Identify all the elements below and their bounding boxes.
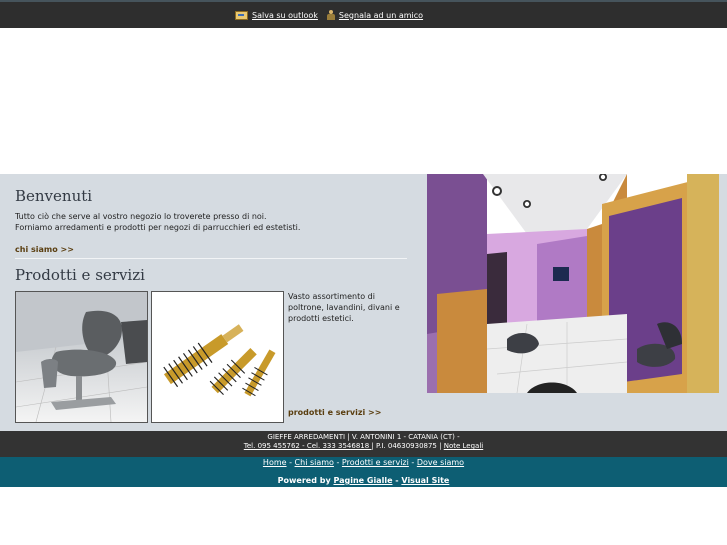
footer-nav-bar: Home - Chi siamo - Prodotti e servizi - … bbox=[0, 457, 727, 487]
footer-company: GIEFFE ARREDAMENTI | V. ANTONINI 1 - CAT… bbox=[267, 433, 460, 441]
footer-nav-where[interactable]: Dove siamo bbox=[417, 458, 464, 467]
footer-nav-about[interactable]: Chi siamo bbox=[295, 458, 334, 467]
about-us-link[interactable]: chi siamo >> bbox=[15, 245, 74, 254]
salon-chair-image bbox=[15, 291, 148, 423]
save-outlook-link[interactable]: Salva su outlook bbox=[235, 10, 318, 20]
footer-phone-link[interactable]: Tel. 095 455762 - Cel. 333 3546818 | bbox=[244, 442, 374, 450]
products-title: Prodotti e servizi bbox=[15, 266, 145, 284]
products-link[interactable]: prodotti e servizi >> bbox=[288, 408, 381, 417]
salon-interior-image bbox=[427, 174, 719, 393]
footer-nav: Home - Chi siamo - Prodotti e servizi - … bbox=[0, 458, 727, 467]
nav-sep: - bbox=[408, 458, 417, 467]
section-divider bbox=[15, 258, 407, 259]
tell-friend-link[interactable]: Segnala ad un amico bbox=[326, 10, 424, 20]
welcome-title: Benvenuti bbox=[15, 187, 93, 205]
outlook-icon bbox=[235, 10, 248, 20]
legal-notes-link[interactable]: Note Legali bbox=[444, 442, 484, 450]
welcome-line-1: Tutto ciò che serve al vostro negozio lo… bbox=[15, 212, 267, 221]
powered-prefix: Powered by bbox=[277, 476, 334, 485]
top-links: Salva su outlook Segnala ad un amico bbox=[235, 10, 432, 20]
footer-nav-products[interactable]: Prodotti e servizi bbox=[342, 458, 409, 467]
tell-friend-label: Segnala ad un amico bbox=[338, 10, 424, 20]
welcome-line-2: Forniamo arredamenti e prodotti per nego… bbox=[15, 223, 301, 232]
footer-contact-line: Tel. 095 455762 - Cel. 333 3546818 | P.I… bbox=[0, 442, 727, 450]
friend-icon bbox=[326, 10, 335, 20]
visual-site-link[interactable]: Visual Site bbox=[401, 476, 449, 485]
powered-by: Powered by Pagine Gialle - Visual Site bbox=[0, 476, 727, 485]
nav-sep: - bbox=[286, 458, 295, 467]
nav-sep: - bbox=[333, 458, 342, 467]
footer-contacts: GIEFFE ARREDAMENTI | V. ANTONINI 1 - CAT… bbox=[0, 431, 727, 457]
brushes-image bbox=[151, 291, 284, 423]
footer-nav-home[interactable]: Home bbox=[263, 458, 287, 467]
pagine-gialle-link[interactable]: Pagine Gialle bbox=[333, 476, 392, 485]
top-bar: Salva su outlook Segnala ad un amico bbox=[0, 0, 727, 28]
save-outlook-label: Salva su outlook bbox=[252, 10, 318, 20]
welcome-text: Tutto ciò che serve al vostro negozio lo… bbox=[15, 211, 410, 233]
footer-vat: P.I. 04630930875 | bbox=[373, 442, 444, 450]
products-description: Vasto assortimento di poltrone, lavandin… bbox=[288, 292, 400, 323]
